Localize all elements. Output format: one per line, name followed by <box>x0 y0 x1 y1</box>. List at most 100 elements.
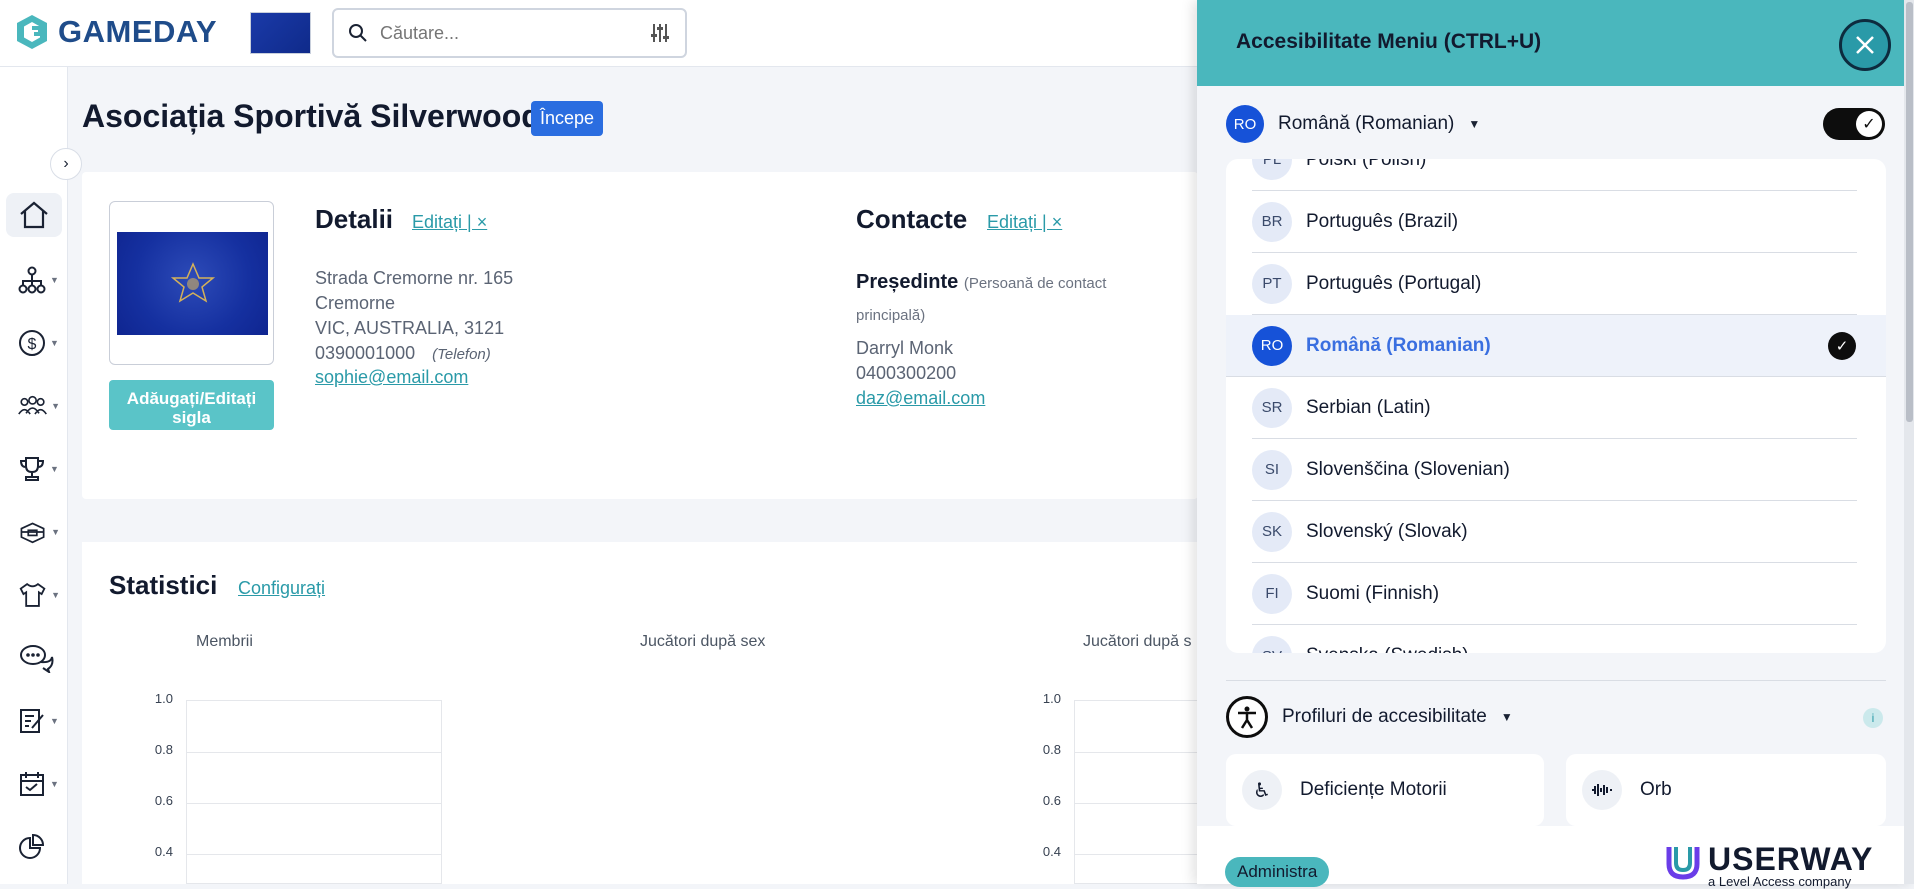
language-code: PT <box>1252 263 1292 304</box>
phone-line: 0390001000 (Telefon) <box>315 343 491 364</box>
language-code: SI <box>1252 449 1292 490</box>
sidebar-item-reports[interactable] <box>10 825 60 869</box>
statistics-title: Statistici <box>109 570 218 600</box>
accessibility-profiles-dropdown[interactable]: Profiluri de accesibilitate ▼ <box>1226 696 1513 738</box>
language-list[interactable]: PL Polski (Polish) BR Português (Brazil)… <box>1226 159 1886 653</box>
details-email-link[interactable]: sophie@email.com <box>315 367 468 387</box>
contact-email-link[interactable]: daz@email.com <box>856 388 985 408</box>
language-name: Serbian (Latin) <box>1306 396 1431 418</box>
gameday-logo[interactable]: GAMEDAY <box>12 12 217 52</box>
configure-link[interactable]: Configurați <box>238 578 325 599</box>
language-option[interactable]: FI Suomi (Finnish) <box>1252 563 1857 625</box>
sidebar-item-finance[interactable]: $ ▼ <box>10 321 60 365</box>
chevron-down-icon: ▼ <box>50 716 59 726</box>
phone-label: (Telefon) <box>432 346 491 363</box>
language-code: RO <box>1252 325 1292 366</box>
language-code: PL <box>1252 159 1292 180</box>
sidebar-item-members[interactable]: ▼ <box>10 384 60 428</box>
contact-phone: 0400300200 <box>856 363 957 383</box>
y-tick-label: 0.8 <box>1042 742 1061 757</box>
panel-divider <box>1226 680 1886 681</box>
org-logo-thumbnail[interactable] <box>250 12 311 54</box>
sidebar-expand-button[interactable]: › <box>50 148 82 180</box>
profile-card-label: Deficiențe Motorii <box>1300 779 1447 800</box>
language-name: Suomi (Finnish) <box>1306 582 1440 604</box>
chevron-down-icon: ▼ <box>1500 710 1513 724</box>
contacts-title: Contacte <box>856 204 968 234</box>
language-option[interactable]: SI Slovenščina (Slovenian) <box>1252 439 1857 501</box>
contact-email-line: daz@email.com <box>856 388 985 409</box>
audio-wave-icon <box>1582 770 1622 810</box>
y-tick-label: 0.6 <box>154 793 173 808</box>
accessibility-profiles-label: Profiluri de accesibilitate <box>1282 706 1487 727</box>
sidebar-item-organisation[interactable]: ▼ <box>10 258 60 302</box>
panel-scrollbar-thumb[interactable] <box>1906 2 1913 422</box>
address-line: Strada Cremorne nr. 165 <box>315 268 514 288</box>
language-dropdown[interactable]: RO Română (Romanian) ▼ <box>1226 105 1480 143</box>
contacts-edit-link[interactable]: Editați | × <box>987 212 1062 233</box>
sidebar-item-events[interactable]: ▼ <box>10 762 60 806</box>
chevron-down-icon: ▼ <box>50 464 59 474</box>
userway-logo[interactable]: USERWAY a Level Access company <box>1664 843 1873 889</box>
language-option[interactable]: SV Svenska (Swedish) <box>1252 625 1857 653</box>
reports-icon <box>19 833 45 859</box>
contact-name: Darryl Monk <box>856 338 954 358</box>
calendar-icon <box>20 772 44 796</box>
language-toggle[interactable]: ✓ <box>1823 108 1885 140</box>
chevron-down-icon: ▼ <box>50 779 59 789</box>
org-chart-icon <box>18 266 46 294</box>
sidebar-item-forms[interactable]: ▼ <box>10 699 60 743</box>
filter-sliders-icon[interactable] <box>649 22 671 44</box>
language-option[interactable]: PT Português (Portugal) <box>1252 253 1857 315</box>
sidebar-item-teams[interactable]: ▼ <box>10 573 60 617</box>
language-option[interactable]: SK Slovenský (Slovak) <box>1252 501 1857 563</box>
wheelchair-icon: ♿ <box>1242 770 1282 810</box>
chevron-down-icon: ▼ <box>51 527 60 537</box>
language-option[interactable]: PL Polski (Polish) <box>1252 159 1857 191</box>
details-title: Detalii <box>315 204 394 234</box>
chat-icon <box>20 645 54 673</box>
dollar-icon: $ <box>19 330 45 356</box>
accessibility-panel-title: Accesibilitate Meniu (CTRL+U) <box>1236 30 1542 53</box>
start-badge[interactable]: Începe <box>531 101 604 136</box>
brand-name: GAMEDAY <box>58 14 218 49</box>
chart-title-players-by-sex: Jucători după sex <box>640 633 766 650</box>
search-input[interactable] <box>380 22 640 44</box>
info-icon[interactable]: i <box>1863 708 1883 728</box>
current-language-label: Română (Romanian) <box>1278 113 1455 134</box>
userway-u-icon <box>1666 847 1700 880</box>
gridline <box>1075 752 1198 753</box>
language-option[interactable]: SR Serbian (Latin) <box>1252 377 1857 439</box>
sidebar-item-communications[interactable] <box>10 636 60 680</box>
profile-card-motor[interactable]: ♿ Deficiențe Motorii <box>1226 754 1544 826</box>
members-icon <box>18 395 47 415</box>
chart-title-players-by-s: Jucători după s <box>1083 633 1192 650</box>
chevron-down-icon: ▼ <box>1468 117 1481 131</box>
accessibility-person-icon <box>1226 696 1268 738</box>
language-name: Português (Brazil) <box>1306 210 1459 232</box>
current-language-code: RO <box>1226 105 1264 143</box>
players-chart-plot <box>1074 700 1198 884</box>
search-box[interactable] <box>332 8 687 58</box>
close-button[interactable] <box>1839 19 1891 71</box>
members-chart-plot <box>186 700 442 884</box>
admin-badge[interactable]: Administra <box>1225 857 1330 887</box>
details-edit-link[interactable]: Editați | × <box>412 212 487 233</box>
profile-card-blind[interactable]: Orb <box>1566 754 1886 826</box>
language-name: Polski (Polish) <box>1306 159 1427 170</box>
language-name: Slovenščina (Slovenian) <box>1306 458 1510 480</box>
address-line: Cremorne <box>315 293 396 313</box>
accessibility-panel-header: Accesibilitate Meniu (CTRL+U) <box>1197 0 1914 86</box>
sidebar-item-venues[interactable]: ▼ <box>10 510 60 554</box>
gridline <box>187 803 441 804</box>
language-name: Svenska (Swedish) <box>1306 645 1469 653</box>
chevron-down-icon: ▼ <box>50 275 59 285</box>
sidebar-item-competitions[interactable]: ▼ <box>10 447 60 491</box>
gridline <box>187 752 441 753</box>
add-edit-logo-button[interactable]: Adăugați/Editați sigla <box>109 380 274 430</box>
language-option-selected[interactable]: RO Română (Romanian) ✓ <box>1226 315 1886 377</box>
profile-card-label: Orb <box>1640 779 1672 800</box>
sidebar-item-home[interactable] <box>6 193 62 237</box>
language-code: SV <box>1252 636 1292 653</box>
language-option[interactable]: BR Português (Brazil) <box>1252 191 1857 253</box>
